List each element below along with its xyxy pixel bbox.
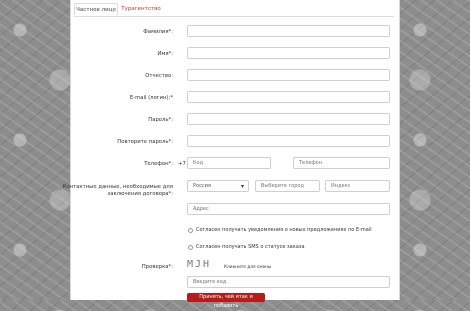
captcha-refresh-hint[interactable]: Кликните для смены — [224, 265, 271, 270]
contact-data-label-line2: заключения договора*: — [107, 191, 173, 197]
tab-individual[interactable]: Частное лицо — [74, 3, 118, 16]
account-type-tabs: Частное лицо Турагентство — [74, 0, 394, 17]
contact-data-label-line1: Контактные данные, необходимые для — [62, 184, 173, 190]
country-select[interactable]: Россия ▾ — [187, 180, 249, 192]
registration-panel: Частное лицо Турагентство Фамилия*: Имя*… — [63, 0, 400, 309]
firstname-label: Имя*: — [157, 51, 173, 57]
country-value: Россия — [193, 183, 211, 189]
captcha-image[interactable]: MJH — [187, 259, 211, 270]
zip-field[interactable] — [325, 180, 390, 192]
lastname-field[interactable] — [187, 25, 390, 37]
phone-prefix: +7 — [178, 161, 186, 167]
firstname-field[interactable] — [187, 47, 390, 59]
address-field[interactable] — [187, 203, 390, 215]
phone-number-field[interactable] — [293, 157, 390, 169]
phone-label: Телефон*: — [144, 161, 173, 167]
chevron-down-icon: ▾ — [240, 183, 244, 190]
lastname-label: Фамилия*: — [143, 29, 173, 35]
sms-notify-label: Согласен получать SMS о статусе заказа — [196, 244, 305, 250]
password-repeat-field[interactable] — [187, 135, 390, 147]
city-field[interactable] — [255, 180, 320, 192]
email-label: E-mail (логин):* — [129, 95, 173, 101]
captcha-field[interactable] — [187, 276, 390, 288]
phone-code-field[interactable] — [187, 157, 271, 169]
email-notify-checkbox[interactable] — [188, 228, 193, 233]
email-field[interactable] — [187, 91, 390, 103]
sms-notify-checkbox[interactable] — [188, 245, 193, 250]
captcha-label: Проверка*: — [141, 264, 173, 270]
password-label: Пароль*: — [148, 117, 173, 123]
patronymic-label: Отчество: — [145, 73, 173, 79]
register-button[interactable]: Принять, чей итак и побавить — [187, 293, 265, 309]
password-repeat-label: Повторите пароль*: — [117, 139, 173, 145]
patronymic-field[interactable] — [187, 69, 390, 81]
email-notify-label: Согласен получать уведомления о новых пр… — [196, 227, 372, 233]
tab-agency[interactable]: Турагентство — [121, 3, 161, 16]
password-field[interactable] — [187, 113, 390, 125]
